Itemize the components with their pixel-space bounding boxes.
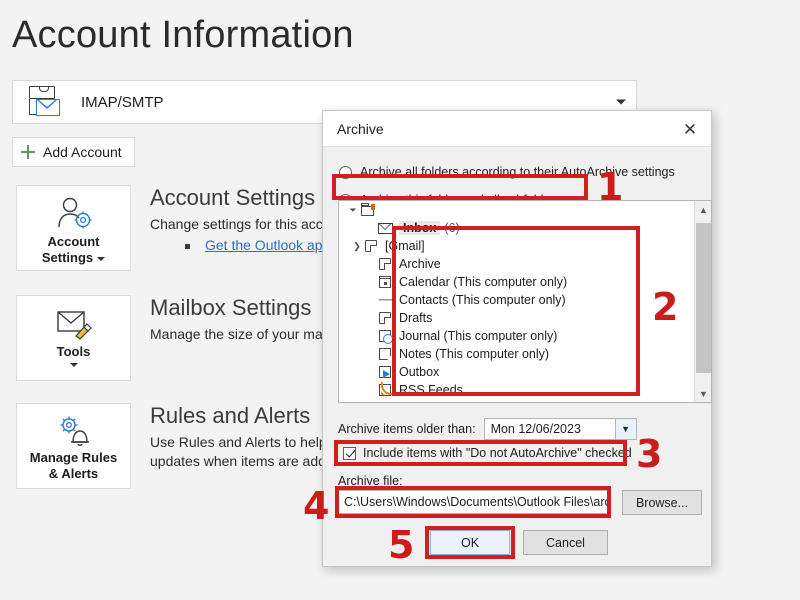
browse-button[interactable]: Browse... bbox=[622, 490, 702, 515]
tree-row[interactable]: Calendar (This computer only) bbox=[339, 273, 694, 291]
page-title: Account Information bbox=[12, 14, 354, 56]
chevron-up-icon[interactable]: ▲ bbox=[695, 201, 711, 218]
tree-item-label: Contacts (This computer only) bbox=[399, 293, 566, 307]
mail-account-icon bbox=[19, 82, 67, 122]
section-title-account-settings: Account Settings bbox=[150, 185, 316, 210]
radio-archive-all-folders[interactable]: Archive all folders according to their A… bbox=[339, 161, 695, 183]
folder-icon bbox=[377, 257, 394, 271]
chevron-down-icon[interactable]: ⏷ bbox=[347, 205, 359, 216]
section-title-mailbox-settings: Mailbox Settings bbox=[150, 295, 312, 320]
radio-button[interactable] bbox=[339, 165, 352, 179]
tree-row[interactable]: Archive bbox=[339, 255, 694, 273]
scrollbar-thumb[interactable] bbox=[696, 223, 711, 373]
annotation-number-2: 2 bbox=[652, 285, 679, 329]
tree-row[interactable]: Drafts bbox=[339, 309, 694, 327]
tree-item-label: RSS Feeds bbox=[399, 383, 463, 397]
journal-icon bbox=[377, 329, 394, 344]
tree-item-label: Inbox bbox=[399, 221, 441, 235]
tree-row[interactable]: Inbox (6) bbox=[339, 219, 694, 237]
tree-row[interactable]: ❯ [Gmail] bbox=[339, 237, 694, 255]
gear-bell-icon bbox=[60, 416, 89, 446]
outbox-icon bbox=[377, 365, 394, 379]
calendar-icon bbox=[377, 275, 394, 289]
folder-icon bbox=[363, 239, 380, 253]
folder-icon bbox=[377, 311, 394, 325]
chevron-down-icon[interactable] bbox=[69, 363, 78, 367]
tree-row[interactable]: ⸺ Contacts (This computer only) bbox=[339, 291, 694, 309]
tree-row[interactable]: RSS Feeds bbox=[339, 381, 694, 399]
person-gear-icon bbox=[57, 197, 91, 229]
tree-item-label: Outbox bbox=[399, 365, 440, 379]
tree-item-label: Notes (This computer only) bbox=[399, 347, 550, 361]
rss-icon bbox=[377, 381, 395, 397]
archive-older-than-row: Archive items older than: Mon 12/06/2023… bbox=[338, 418, 637, 440]
tree-row[interactable]: Outbox bbox=[339, 363, 694, 381]
date-input[interactable]: Mon 12/06/2023 bbox=[483, 418, 616, 440]
contacts-icon: ⸺ bbox=[378, 294, 396, 306]
annotation-number-4: 4 bbox=[303, 484, 330, 528]
chevron-down-icon[interactable] bbox=[97, 256, 106, 261]
checkbox[interactable] bbox=[343, 446, 356, 460]
tree-item-label: Journal (This computer only) bbox=[399, 329, 558, 343]
checkbox-label: Include items with "Do not AutoArchive" … bbox=[363, 446, 632, 460]
folder-tree-list: ⏷ Inbox (6) ❯ [Gmail] Archive Calendar (… bbox=[339, 201, 694, 402]
tree-item-label: [Gmail] bbox=[385, 239, 425, 253]
section-desc-account-settings: Change settings for this accou bbox=[150, 216, 339, 232]
dialog-title: Archive bbox=[337, 120, 384, 137]
include-no-autoarchive-checkbox[interactable]: Include items with "Do not AutoArchive" … bbox=[343, 446, 632, 460]
envelope-icon bbox=[377, 221, 394, 235]
chevron-down-icon[interactable]: ▼ bbox=[615, 418, 637, 440]
tile-label: Account Settings bbox=[42, 234, 106, 266]
section-title-rules-alerts: Rules and Alerts bbox=[150, 403, 311, 428]
cancel-button[interactable]: Cancel bbox=[523, 530, 608, 555]
tree-item-label: Drafts bbox=[399, 311, 433, 325]
archive-file-label: Archive file: bbox=[338, 474, 403, 488]
annotation-number-5: 5 bbox=[388, 523, 415, 567]
ok-button[interactable]: OK bbox=[430, 530, 510, 555]
close-icon[interactable]: ✕ bbox=[677, 117, 703, 141]
mailbox-cleanup-icon bbox=[56, 311, 92, 340]
account-settings-tile[interactable]: Account Settings bbox=[16, 185, 131, 271]
tree-row[interactable]: Notes (This computer only) bbox=[339, 345, 694, 363]
tile-label: Manage Rules & Alerts bbox=[29, 450, 118, 481]
archive-older-than-label: Archive items older than: bbox=[338, 422, 476, 436]
tile-label: Tools bbox=[56, 344, 91, 359]
archive-older-than-field[interactable]: Mon 12/06/2023 ▼ bbox=[483, 418, 637, 440]
add-account-label: Add Account bbox=[43, 144, 122, 160]
annotation-number-1: 1 bbox=[597, 165, 624, 209]
chevron-down-icon[interactable]: ▼ bbox=[695, 385, 711, 402]
section-desc2-rules-alerts: updates when items are adde bbox=[150, 453, 334, 469]
tree-row[interactable]: ⏷ bbox=[339, 201, 694, 219]
dialog-titlebar: Archive ✕ bbox=[323, 111, 711, 147]
chevron-right-icon[interactable]: ❯ bbox=[351, 241, 363, 252]
plus-icon bbox=[21, 145, 35, 159]
tree-row[interactable]: Journal (This computer only) bbox=[339, 327, 694, 345]
screen: Account Information IMAP/SMTP Add Accoun… bbox=[0, 0, 800, 600]
tree-item-label: Calendar (This computer only) bbox=[399, 275, 568, 289]
notes-icon bbox=[377, 347, 394, 361]
bullet-marker bbox=[185, 244, 190, 249]
add-account-button[interactable]: Add Account bbox=[12, 137, 135, 167]
annotation-number-3: 3 bbox=[636, 432, 663, 476]
tree-item-count: (6) bbox=[444, 221, 460, 235]
account-name: IMAP/SMTP bbox=[81, 93, 164, 111]
archive-file-input[interactable]: C:\Users\Windows\Documents\Outlook Files… bbox=[338, 490, 608, 514]
manage-rules-alerts-tile[interactable]: Manage Rules & Alerts bbox=[16, 403, 131, 489]
tree-scrollbar[interactable]: ▲ ▼ bbox=[694, 201, 711, 402]
tree-item-label: Archive bbox=[399, 257, 441, 271]
section-desc-rules-alerts: Use Rules and Alerts to help o bbox=[150, 434, 339, 450]
mail-store-icon bbox=[359, 203, 376, 217]
tools-tile[interactable]: Tools bbox=[16, 295, 131, 381]
section-desc-mailbox-settings: Manage the size of your mailb bbox=[150, 326, 337, 342]
chevron-down-icon[interactable] bbox=[616, 99, 626, 105]
